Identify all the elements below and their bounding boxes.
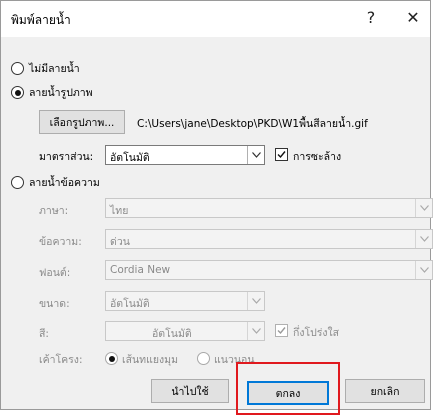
apply-button-label: นำไปใช้ <box>171 385 209 398</box>
title-bar: พิมพ์ลายน้ำ ? ✕ <box>1 1 430 37</box>
no-watermark-radio[interactable] <box>11 62 24 75</box>
dialog-title: พิมพ์ลายน้ำ <box>11 13 71 27</box>
layout-label: เค้าโครง: <box>39 354 83 366</box>
checkmark-icon <box>277 151 286 159</box>
size-label: ขนาด: <box>39 298 70 310</box>
color-select[interactable]: อัตโนมัติ <box>105 321 265 341</box>
color-value: อัตโนมัติ <box>152 328 192 340</box>
select-picture-button[interactable]: เลือกรูปภาพ... <box>39 110 125 134</box>
washout-checkbox[interactable] <box>275 148 288 161</box>
close-button[interactable]: ✕ <box>401 8 425 27</box>
washout-label: การซะล้าง <box>293 151 342 163</box>
layout-diagonal-radio[interactable] <box>105 352 118 365</box>
highlight-box <box>236 362 340 415</box>
chevron-down-icon <box>415 261 432 279</box>
font-label: ฟอนต์: <box>39 267 71 279</box>
size-select[interactable]: อัตโนมัติ <box>105 291 265 311</box>
color-label: สี: <box>39 328 49 340</box>
cancel-button-label: ยกเลิก <box>370 385 400 398</box>
scale-select[interactable]: อัตโนมัติ <box>105 145 265 165</box>
font-value: Cordia New <box>110 264 171 276</box>
layout-horizontal-radio[interactable] <box>197 352 210 365</box>
chevron-down-icon <box>415 199 432 217</box>
size-value: อัตโนมัติ <box>110 298 150 310</box>
apply-button[interactable]: นำไปใช้ <box>151 379 229 403</box>
picture-watermark-radio[interactable] <box>11 86 24 99</box>
text-select[interactable]: ด่วน <box>105 229 433 249</box>
scale-label: มาตราส่วน: <box>39 151 94 163</box>
no-watermark-label: ไม่มีลายน้ำ <box>29 63 80 75</box>
text-watermark-label: ลายน้ำข้อความ <box>29 177 100 189</box>
text-label: ข้อความ: <box>39 236 82 248</box>
layout-diagonal-label: เส้นทแยงมุม <box>122 354 178 366</box>
semitransparent-label: กึ่งโปร่งใส <box>293 327 340 339</box>
chevron-down-icon <box>247 292 264 310</box>
chevron-down-icon <box>415 230 432 248</box>
picture-watermark-label: ลายน้ำรูปภาพ <box>29 87 93 99</box>
chevron-down-icon <box>247 146 264 164</box>
cancel-button[interactable]: ยกเลิก <box>345 379 425 403</box>
select-picture-button-label: เลือกรูปภาพ... <box>49 116 115 129</box>
checkmark-icon <box>277 327 286 335</box>
watermark-dialog: พิมพ์ลายน้ำ ? ✕ ไม่มีลายน้ำ ลายน้ำรูปภาพ… <box>0 0 433 410</box>
language-label: ภาษา: <box>39 205 69 217</box>
text-value: ด่วน <box>110 236 130 248</box>
picture-file-path: C:\Users\jane\Desktop\PKD\W1พื้นสีลายน้ำ… <box>137 118 368 130</box>
text-watermark-radio[interactable] <box>11 176 24 189</box>
font-select[interactable]: Cordia New <box>105 260 433 280</box>
scale-value: อัตโนมัติ <box>110 152 150 164</box>
semitransparent-checkbox[interactable] <box>275 324 288 337</box>
help-button[interactable]: ? <box>359 8 383 27</box>
language-value: ไทย <box>110 205 129 217</box>
language-select[interactable]: ไทย <box>105 198 433 218</box>
chevron-down-icon <box>247 322 264 340</box>
